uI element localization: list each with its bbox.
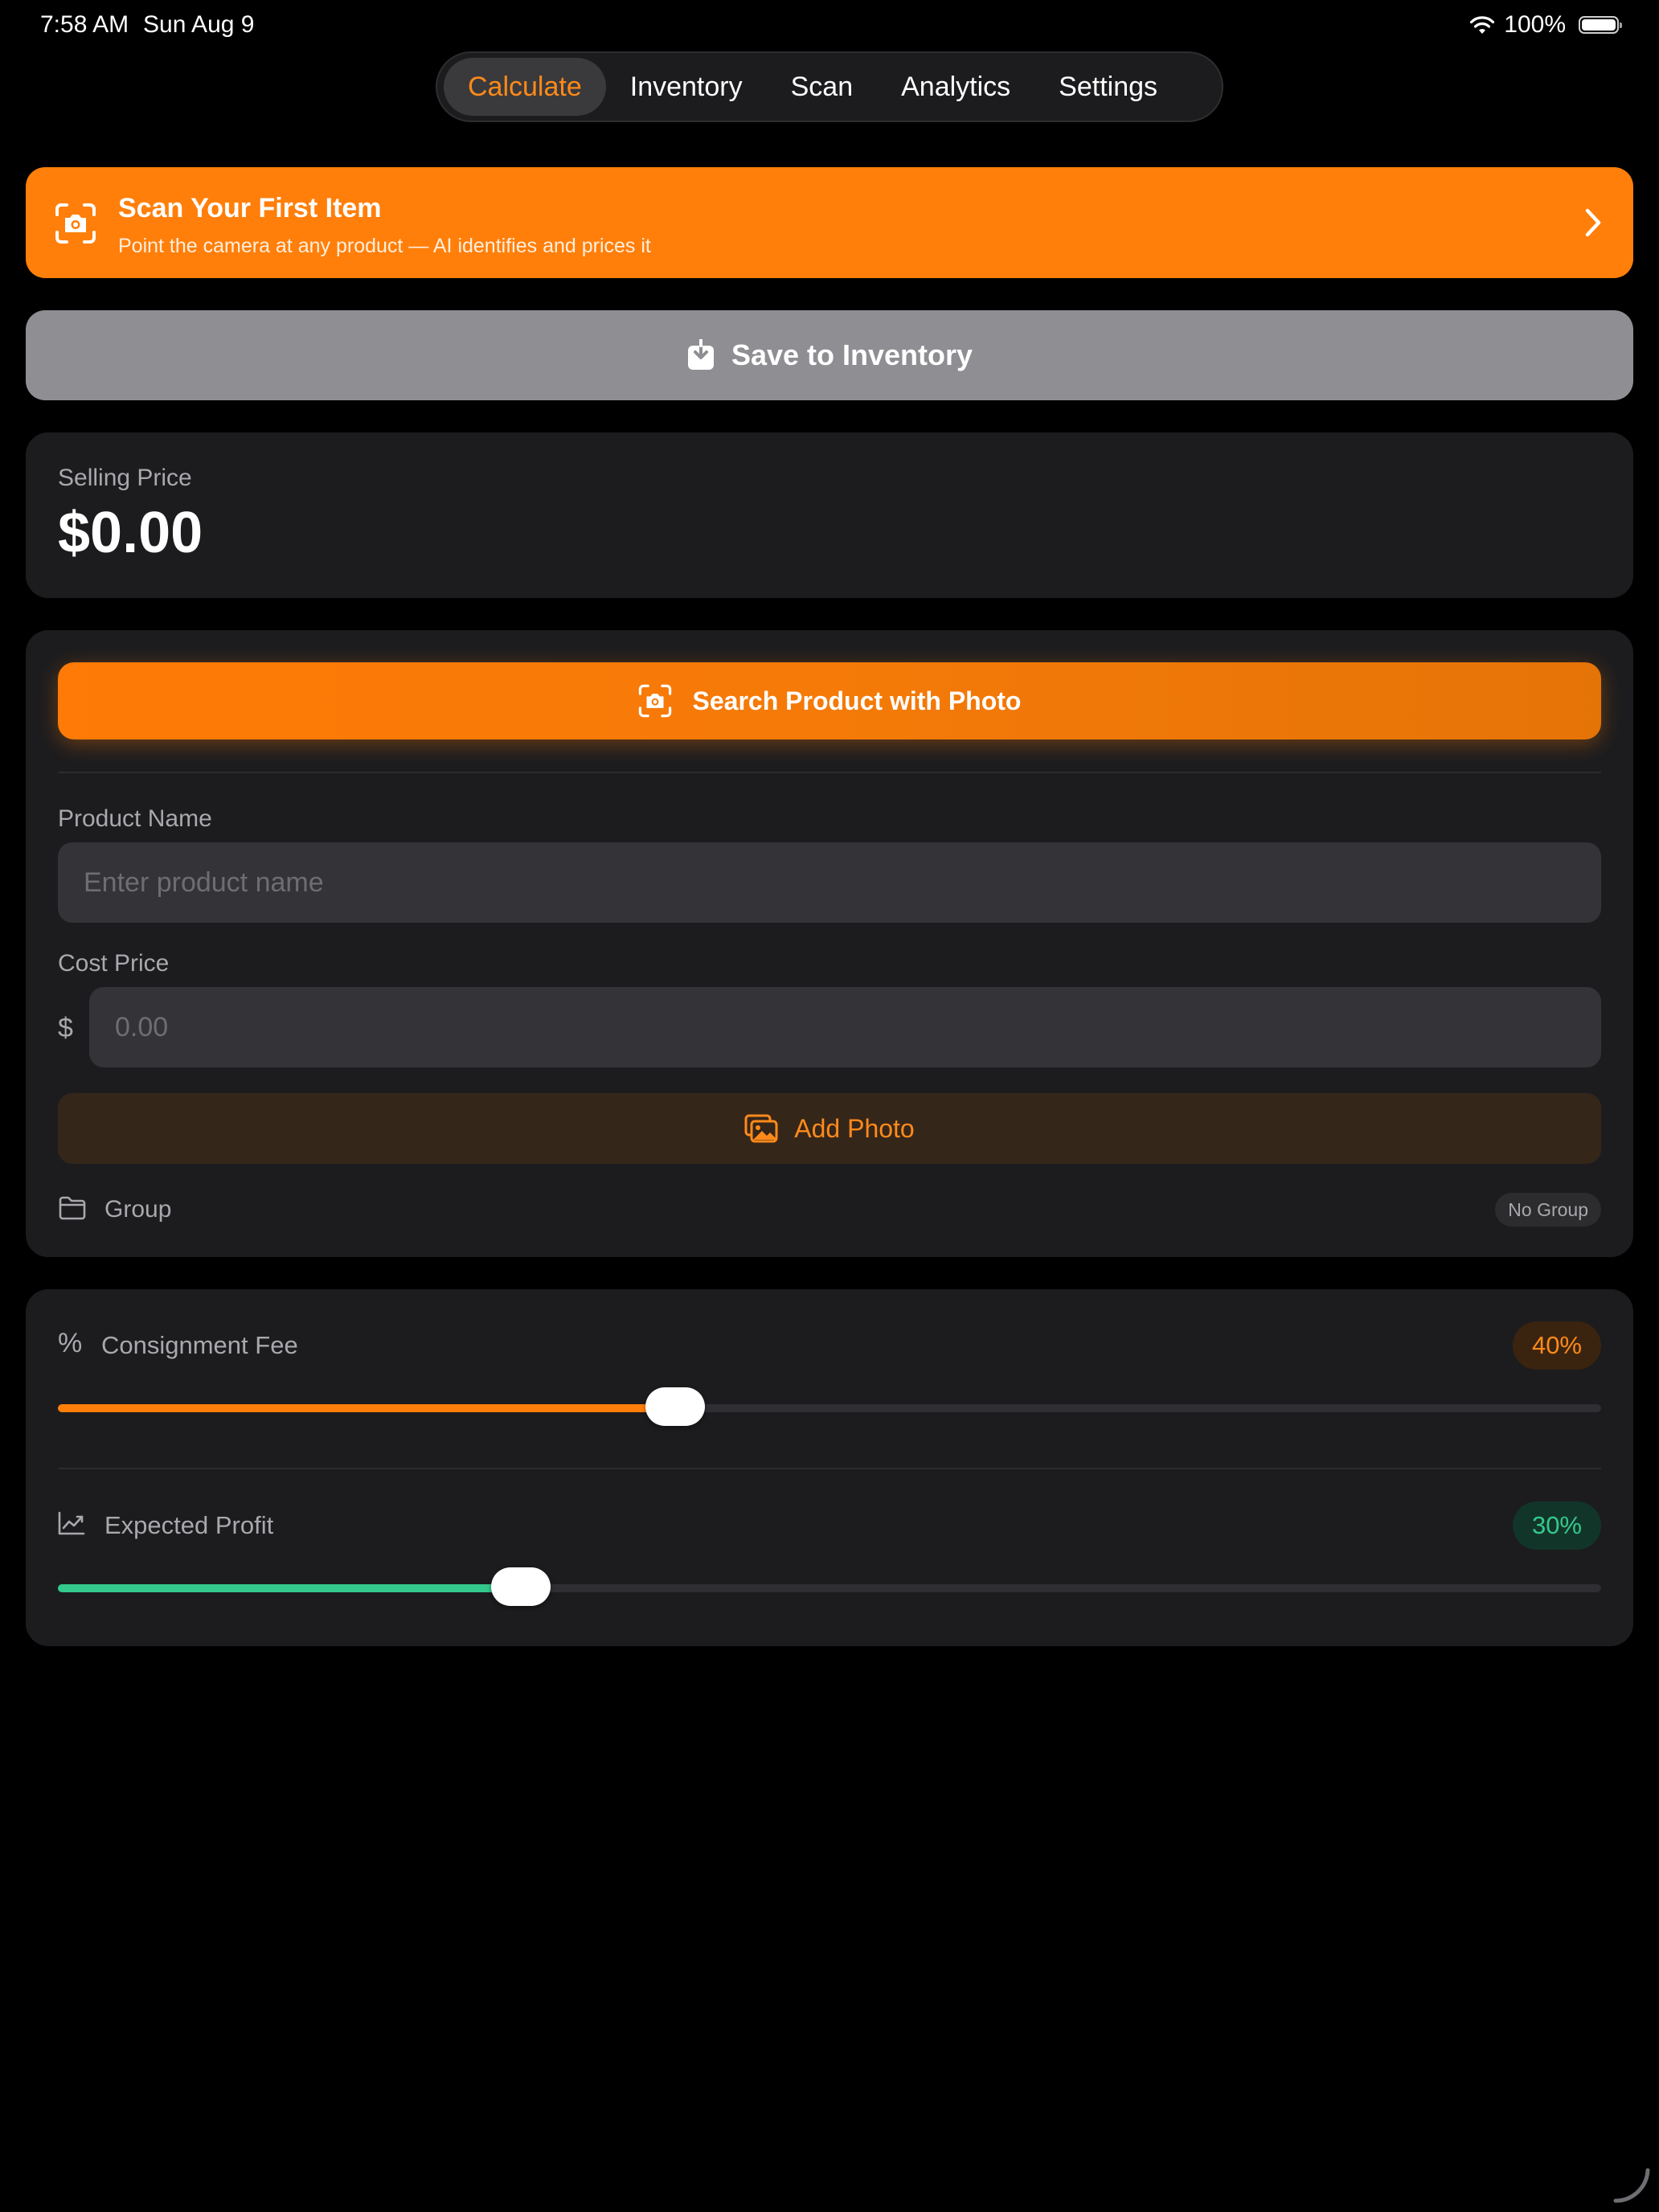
battery-percent: 100%	[1504, 11, 1566, 38]
consignment-fee-slider[interactable]	[58, 1387, 1601, 1426]
scan-banner-subtitle: Point the camera at any product — AI ide…	[118, 235, 651, 257]
status-bar: 7:58 AM Sun Aug 9 100%	[0, 0, 1659, 51]
group-label: Group	[104, 1196, 172, 1223]
camera-scan-icon	[55, 203, 96, 244]
tab-bar: Calculate Inventory Scan Analytics Setti…	[436, 51, 1223, 122]
chart-line-uptrend-icon	[58, 1511, 85, 1535]
selling-price-value: $0.00	[58, 501, 203, 565]
add-photo-label: Add Photo	[794, 1113, 915, 1143]
consignment-fee-value-badge: 40%	[1512, 1321, 1601, 1370]
chevron-right-icon	[1585, 208, 1601, 237]
selling-price-label: Selling Price	[58, 465, 192, 491]
group-value-badge[interactable]: No Group	[1495, 1193, 1601, 1227]
scan-first-item-banner[interactable]: Scan Your First Item Point the camera at…	[26, 167, 1633, 278]
tray-download-icon	[687, 339, 714, 370]
tab-scan[interactable]: Scan	[767, 58, 878, 116]
save-to-inventory-button[interactable]: Save to Inventory	[26, 310, 1633, 400]
expected-profit-label: Expected Profit	[104, 1511, 274, 1539]
expected-profit-slider-fill	[58, 1584, 521, 1592]
wifi-icon	[1470, 16, 1495, 34]
consignment-fee-label: Consignment Fee	[101, 1331, 298, 1359]
add-photo-button[interactable]: Add Photo	[58, 1093, 1601, 1164]
expected-profit-slider[interactable]	[58, 1567, 1601, 1606]
product-name-input[interactable]	[58, 842, 1601, 923]
resize-grabber-icon[interactable]	[1611, 2164, 1653, 2206]
save-to-inventory-label: Save to Inventory	[731, 338, 973, 371]
selling-price-card: Selling Price $0.00	[26, 432, 1633, 598]
cost-price-label: Cost Price	[58, 950, 170, 977]
percent-icon: %	[58, 1328, 83, 1358]
camera-scan-icon	[638, 684, 671, 718]
search-product-with-photo-label: Search Product with Photo	[692, 686, 1022, 715]
expected-profit-header: Expected Profit 30%	[58, 1501, 1601, 1550]
slider-divider	[58, 1468, 1601, 1469]
product-form-card: Search Product with Photo Product Name C…	[26, 630, 1633, 1257]
search-product-with-photo-button[interactable]: Search Product with Photo	[58, 662, 1601, 739]
expected-profit-value-badge: 30%	[1512, 1501, 1601, 1550]
consignment-fee-slider-fill	[58, 1404, 675, 1412]
product-name-label: Product Name	[58, 805, 212, 832]
tab-calculate[interactable]: Calculate	[444, 58, 606, 116]
status-time: 7:58 AM	[40, 11, 129, 38]
tab-inventory[interactable]: Inventory	[606, 58, 767, 116]
pricing-sliders-card: % Consignment Fee 40% Expected Profit 30…	[26, 1289, 1633, 1646]
photos-icon	[744, 1114, 778, 1143]
scan-banner-title: Scan Your First Item	[118, 193, 382, 223]
battery-icon	[1579, 16, 1622, 34]
currency-symbol: $	[58, 1013, 73, 1043]
status-indicators: 100%	[1469, 11, 1622, 39]
expected-profit-slider-thumb[interactable]	[491, 1567, 551, 1606]
consignment-fee-slider-thumb[interactable]	[645, 1387, 705, 1426]
tab-settings[interactable]: Settings	[1034, 58, 1182, 116]
tab-analytics[interactable]: Analytics	[877, 58, 1034, 116]
group-row[interactable]: Group No Group	[58, 1193, 1601, 1228]
consignment-fee-header: % Consignment Fee 40%	[58, 1321, 1601, 1370]
cost-price-input[interactable]	[89, 987, 1601, 1067]
status-date: Sun Aug 9	[143, 11, 255, 38]
folder-icon	[59, 1196, 86, 1220]
form-divider	[58, 772, 1601, 773]
